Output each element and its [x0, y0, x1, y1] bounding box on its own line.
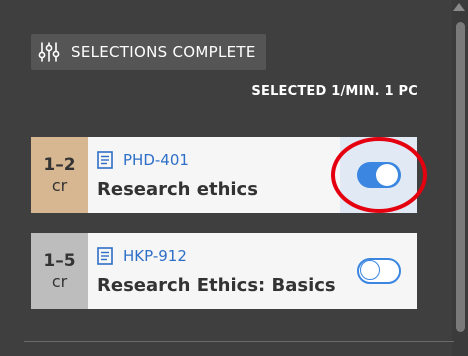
course-code-link[interactable]: HKP-912 — [123, 247, 187, 265]
credit-badge: 1–5 cr — [31, 233, 88, 309]
scroll-up-arrow-icon[interactable] — [453, 3, 465, 11]
credit-unit: cr — [51, 272, 68, 291]
course-card-hkp-912[interactable]: 1–5 cr HKP-912 Research Ethics: Basics — [31, 233, 417, 309]
credit-range: 1–2 — [43, 155, 76, 175]
toggle-cell — [340, 137, 417, 213]
toggle-knob — [359, 260, 380, 280]
document-icon — [97, 247, 113, 265]
credit-unit: cr — [51, 176, 68, 195]
selected-count-text: SELECTED 1/MIN. 1 PC — [251, 84, 418, 99]
course-card-phd-401[interactable]: 1–2 cr PHD-401 Research ethics — [31, 137, 417, 213]
toggle-cell — [340, 233, 417, 309]
toggle-knob — [375, 164, 398, 186]
scrollbar-thumb[interactable] — [456, 22, 465, 332]
course-code-link[interactable]: PHD-401 — [123, 151, 189, 169]
credit-badge: 1–2 cr — [31, 137, 88, 213]
selections-status-badge: SELECTIONS COMPLETE — [31, 34, 266, 70]
document-icon — [97, 151, 113, 169]
scrollbar[interactable] — [452, 0, 468, 356]
sliders-icon — [38, 42, 60, 62]
course-select-toggle[interactable] — [356, 162, 401, 188]
divider — [24, 341, 454, 342]
credit-range: 1–5 — [43, 251, 76, 271]
selections-status-label: SELECTIONS COMPLETE — [71, 43, 256, 61]
course-select-toggle[interactable] — [356, 258, 401, 284]
